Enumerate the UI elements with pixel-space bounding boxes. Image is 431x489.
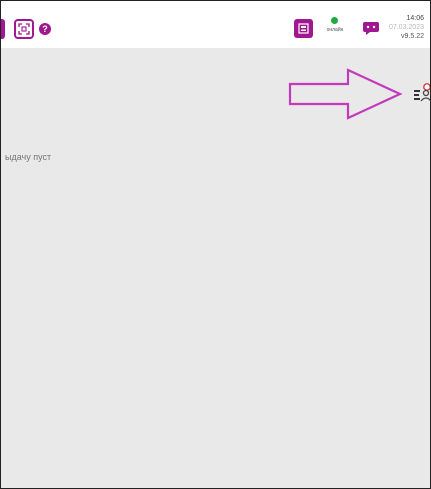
online-status-indicator <box>331 17 338 24</box>
chat-button[interactable] <box>362 19 380 37</box>
clock-block: 14:06 07.03.2023 v9.5.22 <box>389 14 424 41</box>
chat-icon <box>363 22 379 35</box>
cash-register-icon <box>298 23 309 34</box>
clock-time: 14:06 <box>406 15 424 22</box>
cash-register-button[interactable] <box>294 19 313 38</box>
scan-icon <box>18 23 30 35</box>
scan-button[interactable] <box>14 19 34 39</box>
app-version: v9.5.22 <box>401 33 424 40</box>
top-bar: ? онлайн 14:06 07.03.2023 v9.5.22 <box>1 1 430 48</box>
clock-date: 07.03.2023 <box>388 24 424 31</box>
online-status-label: онлайн <box>326 27 344 33</box>
menu-tab-accent[interactable] <box>1 19 5 39</box>
help-icon[interactable]: ? <box>39 23 51 35</box>
app-window: ? онлайн 14:06 07.03.2023 v9.5.22 ыдачу … <box>0 0 431 489</box>
pointer-arrow-icon <box>288 68 403 120</box>
courier-profile-icon[interactable] <box>414 83 431 103</box>
empty-list-message: ыдачу пуст <box>5 152 52 162</box>
